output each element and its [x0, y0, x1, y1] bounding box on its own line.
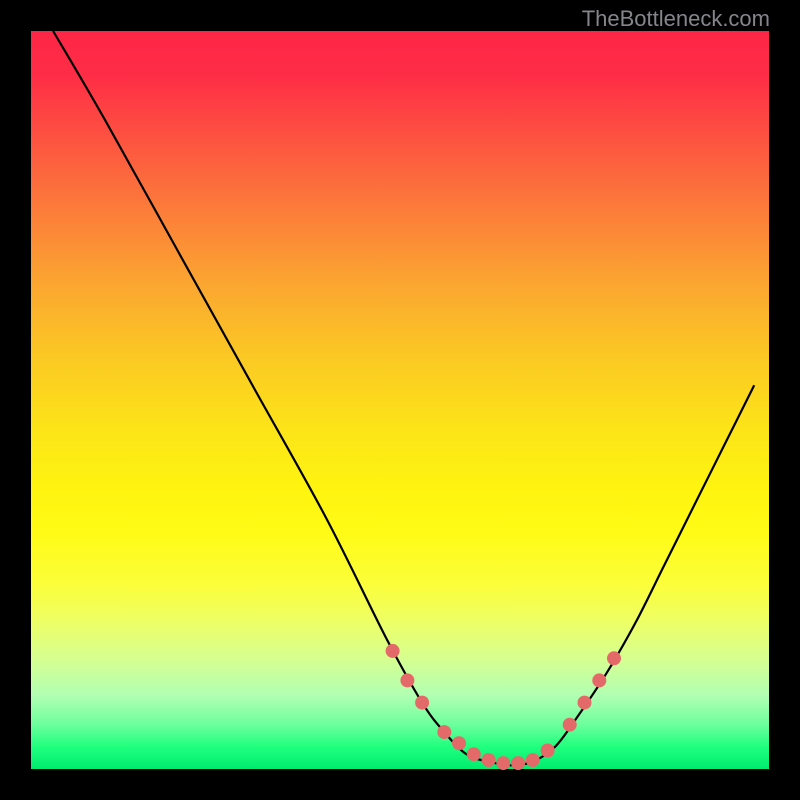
chart-frame: TheBottleneck.com [0, 0, 800, 800]
marker-dot [563, 718, 577, 732]
marker-group [386, 644, 621, 770]
marker-dot [452, 736, 466, 750]
marker-dot [511, 756, 525, 770]
marker-dot [541, 744, 555, 758]
marker-dot [496, 756, 510, 770]
curve-line [53, 31, 754, 765]
watermark-text: TheBottleneck.com [582, 6, 770, 32]
marker-dot [386, 644, 400, 658]
marker-dot [437, 725, 451, 739]
marker-dot [526, 753, 540, 767]
marker-dot [400, 673, 414, 687]
marker-dot [482, 753, 496, 767]
marker-dot [415, 696, 429, 710]
marker-dot [607, 651, 621, 665]
marker-dot [578, 696, 592, 710]
chart-svg [31, 31, 769, 769]
marker-dot [592, 673, 606, 687]
marker-dot [467, 747, 481, 761]
